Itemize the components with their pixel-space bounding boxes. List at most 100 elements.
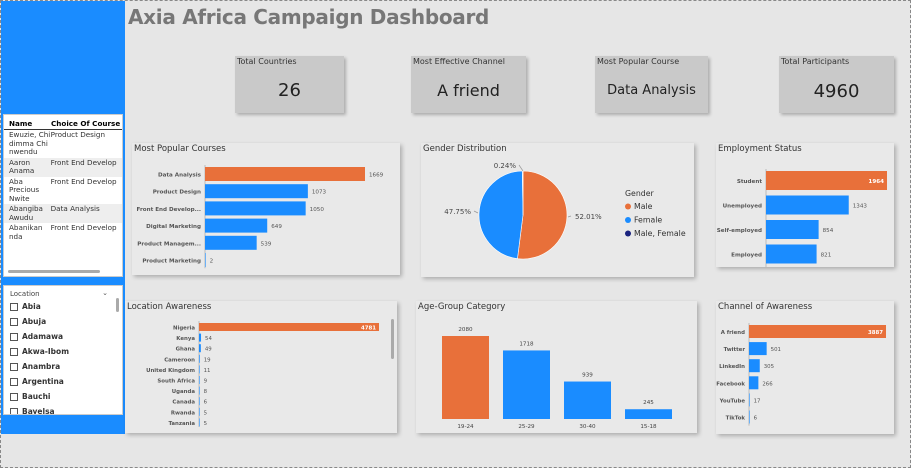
- data-label: 19: [204, 357, 211, 363]
- bar: [766, 244, 817, 264]
- pie-slice: [478, 170, 524, 259]
- bar: [205, 167, 365, 181]
- bar: [766, 195, 849, 215]
- slicer-item[interactable]: Argentina: [4, 374, 122, 389]
- data-label: 266: [762, 381, 773, 387]
- slicer-item[interactable]: Bayelsa: [4, 404, 122, 414]
- table-row[interactable]: Aba Precious Nwite Front End Develop: [4, 177, 122, 205]
- bar: [199, 386, 200, 395]
- category-label: Product Marketing: [142, 259, 201, 265]
- bar: [199, 376, 200, 384]
- legend-swatch: [625, 230, 631, 237]
- cell-course: Front End Develop: [50, 224, 117, 232]
- checkbox[interactable]: [10, 347, 18, 356]
- kpi-label: Total Participants: [781, 57, 850, 66]
- vertical-scrollbar[interactable]: [391, 319, 394, 359]
- chevron-down-icon[interactable]: ⌄: [102, 289, 108, 297]
- vertical-scrollbar[interactable]: [116, 298, 119, 312]
- bar: [205, 235, 257, 250]
- category-label: Nigeria: [173, 326, 195, 332]
- bar: [564, 381, 611, 419]
- checkbox[interactable]: [10, 377, 18, 386]
- location-slicer[interactable]: Location ⌄ Abia Abuja Adamawa Akwa-Ibom Anam…: [3, 285, 123, 415]
- slicer-item-label: Adamawa: [22, 332, 64, 341]
- checkbox[interactable]: [10, 317, 18, 326]
- table-row[interactable]: Aaron Anama Front End Develop: [4, 157, 122, 177]
- category-label: Unemployed: [723, 204, 762, 210]
- kpi-most-effective-channel: Most Effective Channel A friend: [411, 56, 526, 113]
- category-label: A friend: [721, 330, 745, 336]
- category-label: Self-employed: [717, 228, 762, 234]
- chart-title: Employment Status: [718, 144, 802, 154]
- table-row[interactable]: Abanikan nda Front End Develop: [4, 223, 122, 242]
- slicer-item[interactable]: Akwa-Ibom: [4, 344, 122, 359]
- data-label: 2080: [458, 327, 473, 333]
- bar: [199, 344, 201, 353]
- cell-course: Front End Develop: [50, 158, 117, 167]
- category-label: Uganda: [172, 389, 196, 395]
- table-row[interactable]: Ewuzie, Chidimma Chinwendu Product Desig…: [4, 130, 122, 158]
- checkbox[interactable]: [10, 302, 18, 311]
- bar: [766, 220, 819, 239]
- employment-chart: Student 1964 Unemployed 1343 Self-employed 85…: [717, 169, 887, 267]
- courses-chart: Data Analysis 1669 Product Design 1073 Front…: [137, 165, 384, 269]
- data-label: 1050: [310, 207, 325, 213]
- slicer-item[interactable]: Abuja: [4, 314, 122, 329]
- panel-popular-courses: Most Popular Courses Data Analysis 1669 Pr…: [132, 143, 400, 275]
- checkbox[interactable]: [10, 332, 18, 341]
- column-header-name[interactable]: Name: [9, 119, 51, 128]
- bar: [205, 218, 268, 233]
- bar: [199, 407, 200, 416]
- bar: [503, 350, 550, 419]
- cell-course: Product Design: [50, 131, 106, 139]
- legend-label: Male, Female: [634, 229, 686, 238]
- bar: [199, 354, 200, 363]
- bar: [205, 253, 206, 267]
- category-label: Facebook: [716, 381, 745, 387]
- category-label: Digital Marketing: [146, 224, 201, 230]
- cell-name: Abangiba Awudu: [9, 204, 43, 222]
- bar: [749, 376, 759, 390]
- slicer-item[interactable]: Adamawa: [4, 329, 122, 344]
- data-label: 54: [205, 336, 212, 342]
- category-label: South Africa: [157, 379, 195, 385]
- category-label: Front End Develop...: [137, 207, 201, 213]
- data-label: 49: [205, 347, 212, 353]
- data-label: 2: [210, 259, 214, 265]
- participants-table[interactable]: Name Choice Of Course Ewuzie, Chidimma C…: [3, 114, 123, 277]
- data-label: 854: [823, 228, 834, 234]
- category-label: 19-24: [457, 424, 474, 430]
- column-header-course[interactable]: Choice Of Course: [51, 119, 120, 128]
- slicer-item[interactable]: Bauchi: [4, 389, 122, 404]
- checkbox[interactable]: [10, 392, 18, 401]
- slicer-item[interactable]: Anambra: [4, 359, 122, 374]
- bar: [199, 418, 200, 427]
- slicer-item[interactable]: Abia: [4, 299, 122, 314]
- data-label: 47.75%: [444, 208, 471, 216]
- category-label: Product Design: [153, 190, 201, 196]
- slicer-item-label: Akwa-Ibom: [22, 347, 70, 356]
- category-label: Employed: [731, 253, 762, 259]
- panel-employment: Employment Status Student 1964 Unemployed 1…: [716, 143, 894, 267]
- kpi-label: Most Effective Channel: [413, 57, 505, 66]
- checkbox[interactable]: [10, 407, 18, 414]
- table-row[interactable]: Abangiba Awudu Data Analysis: [4, 204, 122, 223]
- bar: [205, 201, 306, 216]
- horizontal-scrollbar[interactable]: [8, 270, 100, 273]
- data-label: 1964: [868, 179, 884, 185]
- kpi-label: Total Countries: [237, 57, 297, 66]
- category-label: 25-29: [518, 424, 535, 430]
- kpi-value: 4960: [813, 81, 860, 102]
- bar: [625, 409, 672, 419]
- chart-title: Age-Group Category: [418, 302, 506, 312]
- category-label: Product Managem...: [137, 241, 201, 247]
- bar: [749, 410, 750, 424]
- data-label: 1718: [519, 341, 534, 347]
- checkbox[interactable]: [10, 362, 18, 371]
- category-label: TikTok: [726, 416, 746, 422]
- chart-title: Gender Distribution: [423, 144, 507, 154]
- bar: [199, 333, 202, 342]
- category-label: LinkedIn: [719, 364, 745, 370]
- data-label: 501: [771, 347, 781, 353]
- kpi-label: Most Popular Course: [597, 57, 680, 66]
